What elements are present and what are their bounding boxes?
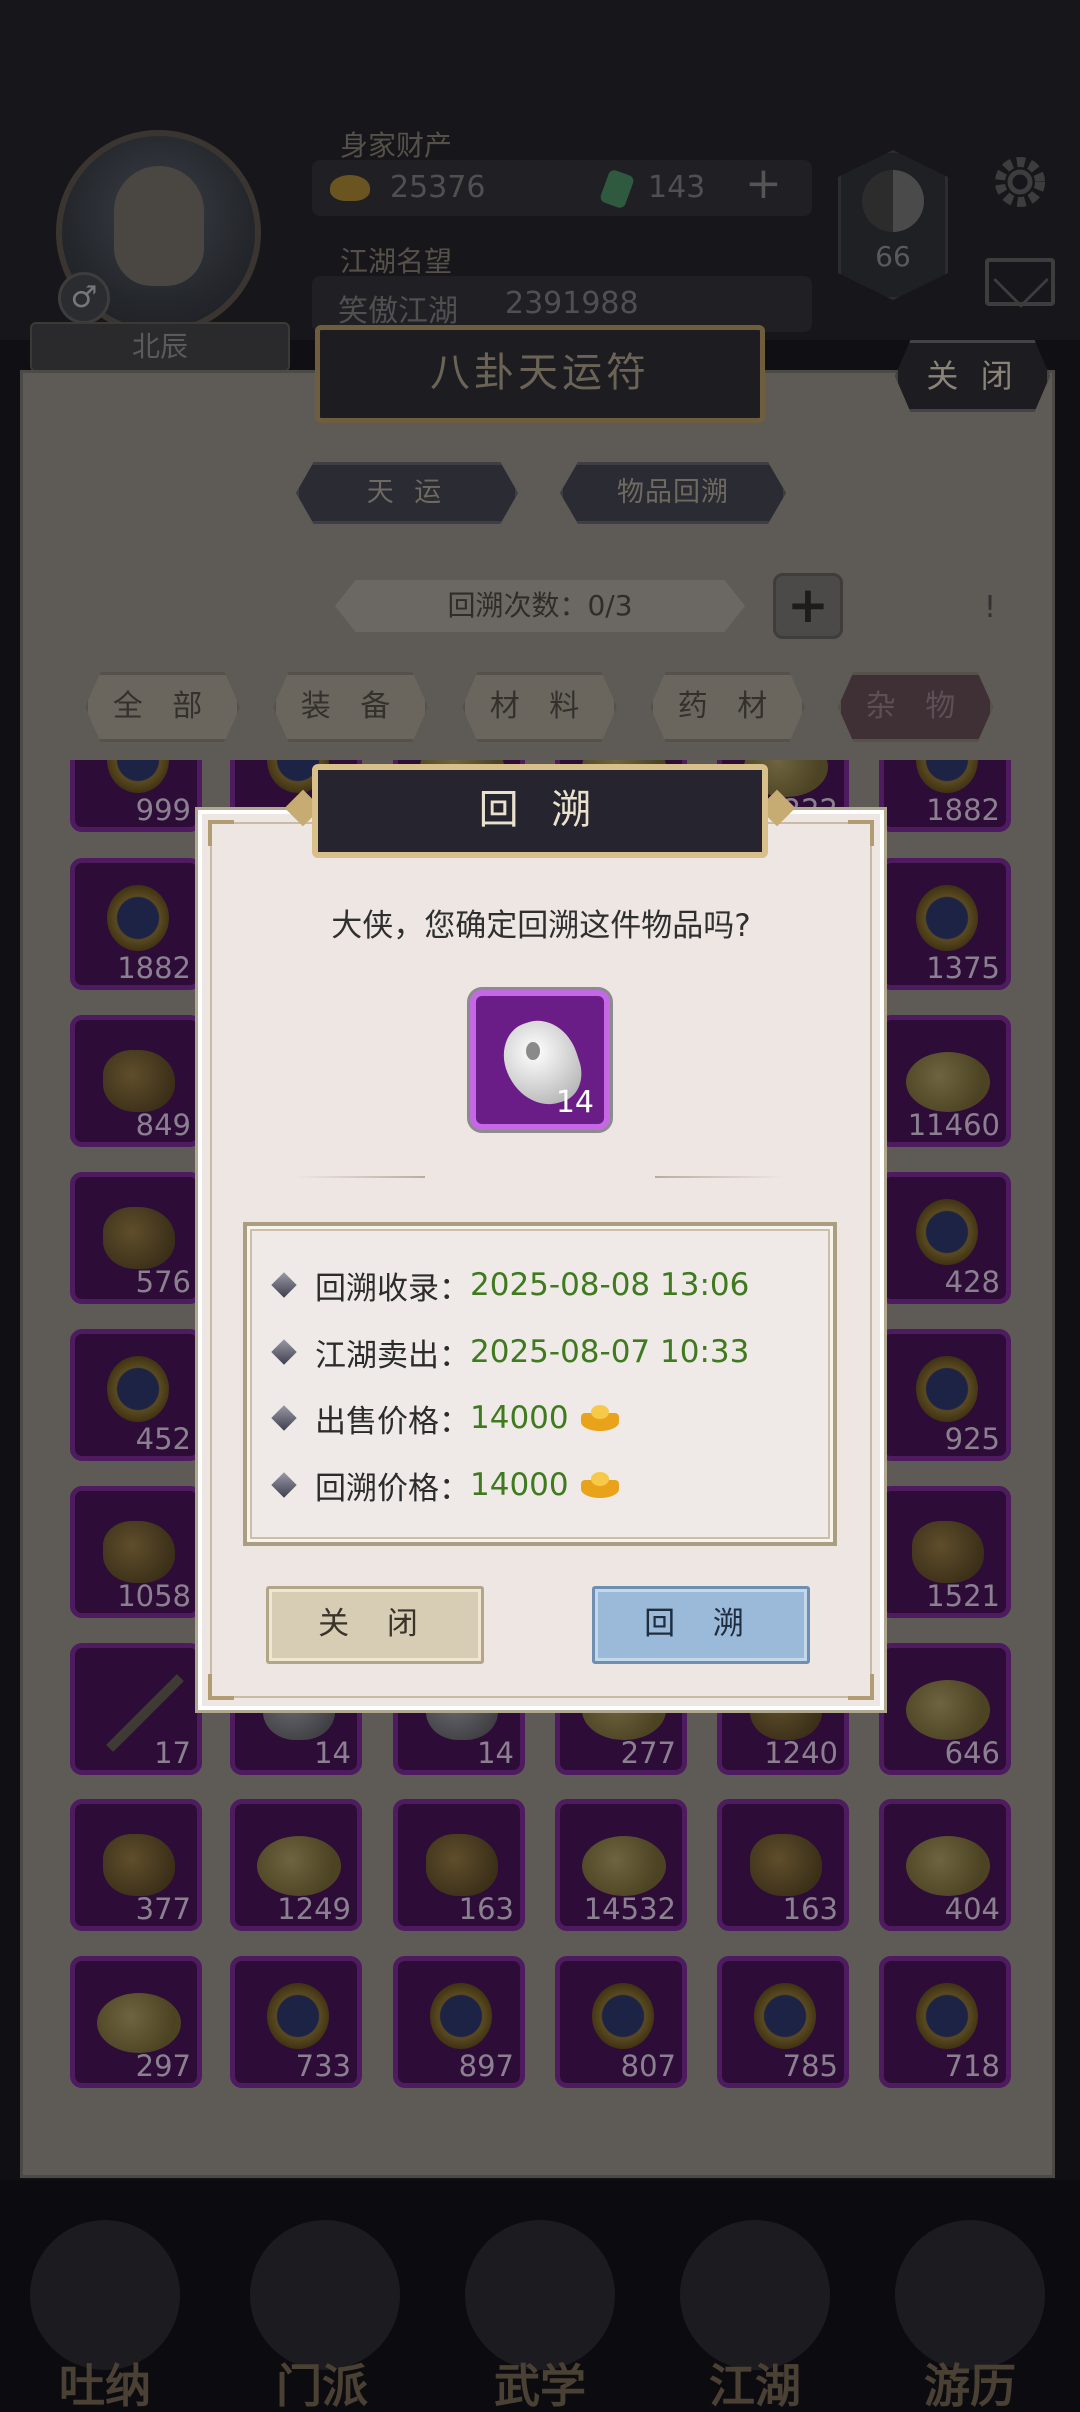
diamond-bullet-icon (271, 1272, 297, 1298)
diamond-bullet-icon (271, 1472, 297, 1498)
dialog-corner-ornament (208, 820, 234, 846)
info-value: 2025-08-07 10:33 (470, 1334, 750, 1370)
divider-right (655, 1176, 785, 1178)
info-value: 14000 (470, 1400, 569, 1436)
info-label: 江湖卖出： (315, 1337, 470, 1374)
diamond-bullet-icon (271, 1405, 297, 1431)
info-row-sold: 江湖卖出： 2025-08-07 10:33 (271, 1327, 750, 1377)
dialog-corner-ornament (848, 1674, 874, 1700)
dialog-recall-button[interactable]: 回 溯 (592, 1586, 810, 1664)
info-label: 出售价格： (315, 1403, 470, 1440)
dialog-corner-ornament (848, 820, 874, 846)
diamond-bullet-icon (271, 1339, 297, 1365)
recall-item-slot: 14 (470, 990, 610, 1130)
info-row-recall-price: 回溯价格： 14000 (271, 1460, 619, 1510)
info-row-recorded: 回溯收录： 2025-08-08 13:06 (271, 1260, 750, 1310)
dialog-corner-ornament (208, 1674, 234, 1700)
info-label: 回溯收录： (315, 1270, 470, 1307)
divider-left (295, 1176, 425, 1178)
dialog-close-button[interactable]: 关 闭 (266, 1586, 484, 1664)
gold-ingot-icon (580, 1472, 619, 1498)
dialog-question: 大侠，您确定回溯这件物品吗? (331, 908, 751, 944)
dialog-title: 回 溯 (312, 764, 768, 858)
info-row-sell-price: 出售价格： 14000 (271, 1393, 619, 1443)
info-value: 2025-08-08 13:06 (470, 1267, 750, 1303)
stone-detail (526, 1042, 540, 1060)
recall-item-count: 14 (555, 1085, 594, 1120)
info-label: 回溯价格： (315, 1470, 470, 1507)
info-value: 14000 (470, 1467, 569, 1503)
gold-ingot-icon (580, 1405, 619, 1431)
